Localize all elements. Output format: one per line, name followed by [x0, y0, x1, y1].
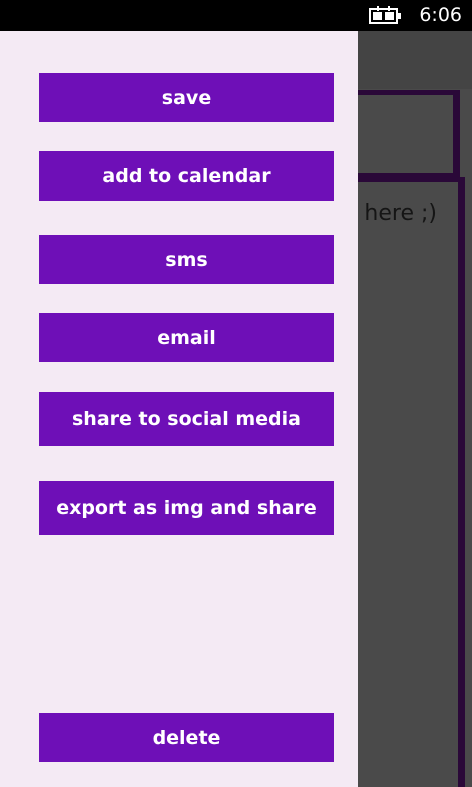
- export-image-share-button[interactable]: export as img and share: [39, 481, 334, 535]
- share-social-media-button[interactable]: share to social media: [39, 392, 334, 446]
- email-button[interactable]: email: [39, 313, 334, 362]
- delete-button[interactable]: delete: [39, 713, 334, 762]
- add-to-calendar-button[interactable]: add to calendar: [39, 151, 334, 201]
- sms-button[interactable]: sms: [39, 235, 334, 284]
- battery-charging-icon: [369, 6, 401, 24]
- actions-drawer: save add to calendar sms email share to …: [0, 31, 358, 787]
- status-bar: 6:06: [0, 0, 472, 31]
- save-button[interactable]: save: [39, 73, 334, 122]
- status-clock: 6:06: [419, 4, 462, 26]
